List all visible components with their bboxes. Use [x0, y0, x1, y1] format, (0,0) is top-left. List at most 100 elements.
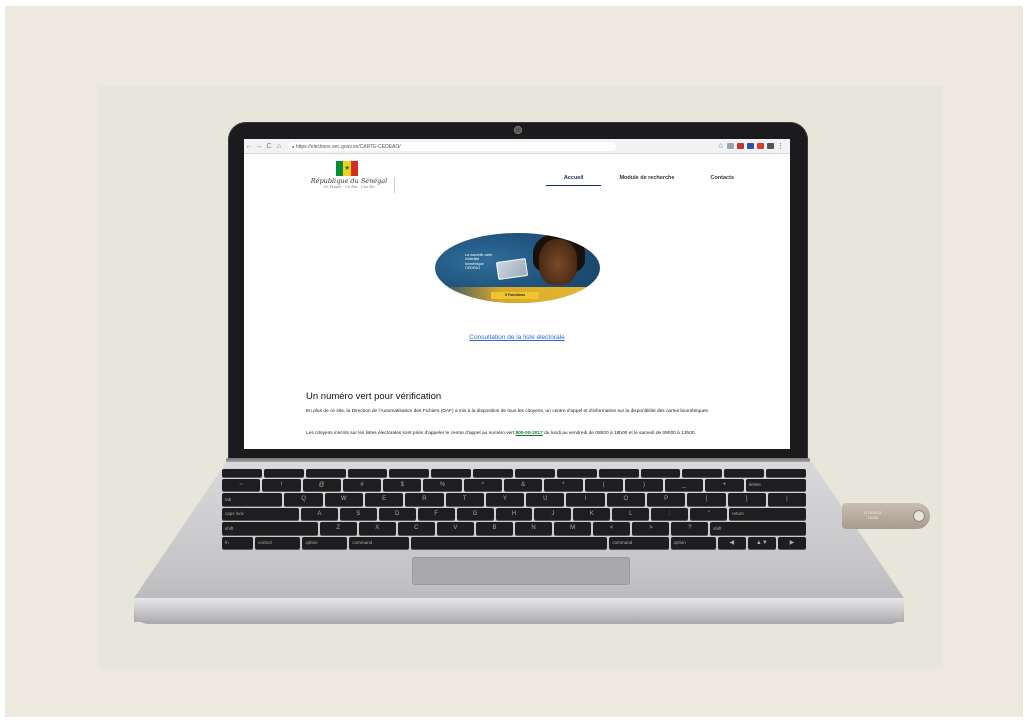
return-key[interactable]: return	[729, 507, 807, 521]
arrow-left-key[interactable]: ◀	[717, 536, 746, 550]
caps-lock-key[interactable]: caps lock	[222, 507, 299, 521]
key[interactable]: @	[302, 478, 341, 492]
key[interactable]	[473, 469, 514, 477]
key[interactable]: <	[593, 522, 631, 535]
hero-banner[interactable]: La nouvelle carte d'identité biométrique…	[435, 233, 600, 303]
key[interactable]: !	[262, 478, 301, 492]
key[interactable]	[347, 469, 388, 477]
key[interactable]: K	[573, 507, 611, 521]
key[interactable]: *	[544, 478, 583, 492]
key[interactable]: D	[378, 507, 416, 521]
key[interactable]: ^	[463, 478, 502, 492]
key[interactable]: V	[436, 522, 474, 535]
key[interactable]: C	[397, 522, 435, 535]
key[interactable]: _	[665, 478, 704, 492]
url-text: https://elections.sec.gouv.sn/CARTE-CEDE…	[295, 143, 401, 150]
arrow-right-key[interactable]: ▶	[777, 536, 807, 550]
control-key[interactable]: control	[255, 536, 301, 550]
key[interactable]: L	[612, 507, 650, 521]
key[interactable]	[389, 469, 430, 477]
extension-icon[interactable]	[767, 143, 774, 149]
key[interactable]	[222, 469, 262, 477]
key[interactable]: F	[417, 507, 455, 521]
fn-key[interactable]: fn	[222, 536, 254, 550]
tab-key[interactable]: tab	[222, 493, 283, 506]
address-bar[interactable]: ● https://elections.sec.gouv.sn/CARTE-CE…	[288, 141, 616, 151]
key[interactable]	[766, 469, 807, 477]
extension-icon[interactable]	[727, 143, 734, 149]
key[interactable]: )	[624, 478, 664, 492]
key[interactable]: Y	[485, 493, 525, 506]
delete-key[interactable]: delete	[745, 478, 807, 492]
key[interactable]: A	[300, 507, 338, 521]
key[interactable]: P	[646, 493, 686, 506]
key[interactable]: +	[705, 478, 744, 492]
key[interactable]: T	[445, 493, 484, 506]
extension-icon[interactable]	[747, 143, 754, 149]
nav-item-module-recherche[interactable]: Module de recherche	[601, 175, 692, 186]
green-number-link[interactable]: 800-00-2017	[516, 431, 543, 436]
key[interactable]: >	[632, 522, 670, 535]
bookmark-star-icon[interactable]: ☆	[718, 142, 724, 150]
trackpad[interactable]	[412, 557, 630, 585]
home-icon[interactable]: ⌂	[274, 143, 284, 150]
key[interactable]	[263, 469, 304, 477]
key[interactable]: $	[383, 478, 422, 492]
keyboard-row-4: shift Z X C V B N M < > ? shift	[222, 522, 806, 535]
key[interactable]	[431, 469, 472, 477]
command-key-left[interactable]: command	[349, 536, 409, 550]
key[interactable]: W	[324, 493, 363, 506]
key[interactable]: Z	[319, 522, 357, 535]
key[interactable]: &	[503, 478, 543, 492]
key[interactable]: G	[456, 507, 494, 521]
key[interactable]: R	[405, 493, 444, 506]
key[interactable]: Q	[284, 493, 323, 506]
key[interactable]: J	[534, 507, 572, 521]
key[interactable]: |	[767, 493, 807, 506]
key[interactable]	[305, 469, 346, 477]
key[interactable]: "	[690, 507, 728, 521]
extension-icon[interactable]	[737, 143, 744, 149]
key[interactable]: I	[566, 493, 605, 506]
key[interactable]	[682, 469, 723, 477]
option-key-right[interactable]: option	[670, 536, 716, 550]
menu-icon[interactable]: ⋮	[777, 142, 784, 150]
key[interactable]: }	[727, 493, 766, 506]
key[interactable]: H	[495, 507, 533, 521]
space-bar[interactable]	[410, 536, 608, 550]
consult-list-link[interactable]: Consultation de la liste électorale	[244, 334, 790, 341]
key[interactable]: (	[584, 478, 623, 492]
key[interactable]: #	[342, 478, 382, 492]
site-logo-text[interactable]: République du Sénégal Un Peuple · Un But…	[304, 177, 395, 193]
key[interactable]: :	[651, 507, 689, 521]
key[interactable]: M	[554, 522, 592, 535]
key[interactable]: %	[423, 478, 462, 492]
shift-key-left[interactable]: shift	[222, 522, 318, 535]
command-key-right[interactable]: command	[609, 536, 669, 550]
key[interactable]: ~	[222, 478, 261, 492]
key[interactable]: X	[358, 522, 396, 535]
key[interactable]: N	[514, 522, 553, 535]
arrow-up-down-key[interactable]: ▲▼	[747, 536, 776, 550]
key[interactable]: U	[526, 493, 565, 506]
forward-icon[interactable]: →	[254, 143, 264, 150]
key[interactable]: {	[687, 493, 726, 506]
extension-icon[interactable]	[757, 143, 764, 149]
nav-item-contacts[interactable]: Contacts	[692, 175, 734, 186]
key[interactable]: E	[364, 493, 404, 506]
back-icon[interactable]: ←	[244, 143, 254, 150]
senegal-flag-icon: ★	[336, 161, 358, 176]
key[interactable]: S	[339, 507, 377, 521]
shift-key-right[interactable]: shift	[710, 522, 806, 535]
key[interactable]: ?	[671, 522, 709, 535]
key[interactable]: B	[475, 522, 513, 535]
key[interactable]	[724, 469, 765, 477]
option-key-left[interactable]: option	[302, 536, 348, 550]
nav-item-accueil[interactable]: Accueil	[545, 175, 602, 186]
key[interactable]: O	[606, 493, 645, 506]
key[interactable]	[556, 469, 597, 477]
key[interactable]	[515, 469, 555, 477]
key[interactable]	[598, 469, 639, 477]
key[interactable]	[640, 469, 681, 477]
reload-icon[interactable]: C	[264, 143, 274, 150]
